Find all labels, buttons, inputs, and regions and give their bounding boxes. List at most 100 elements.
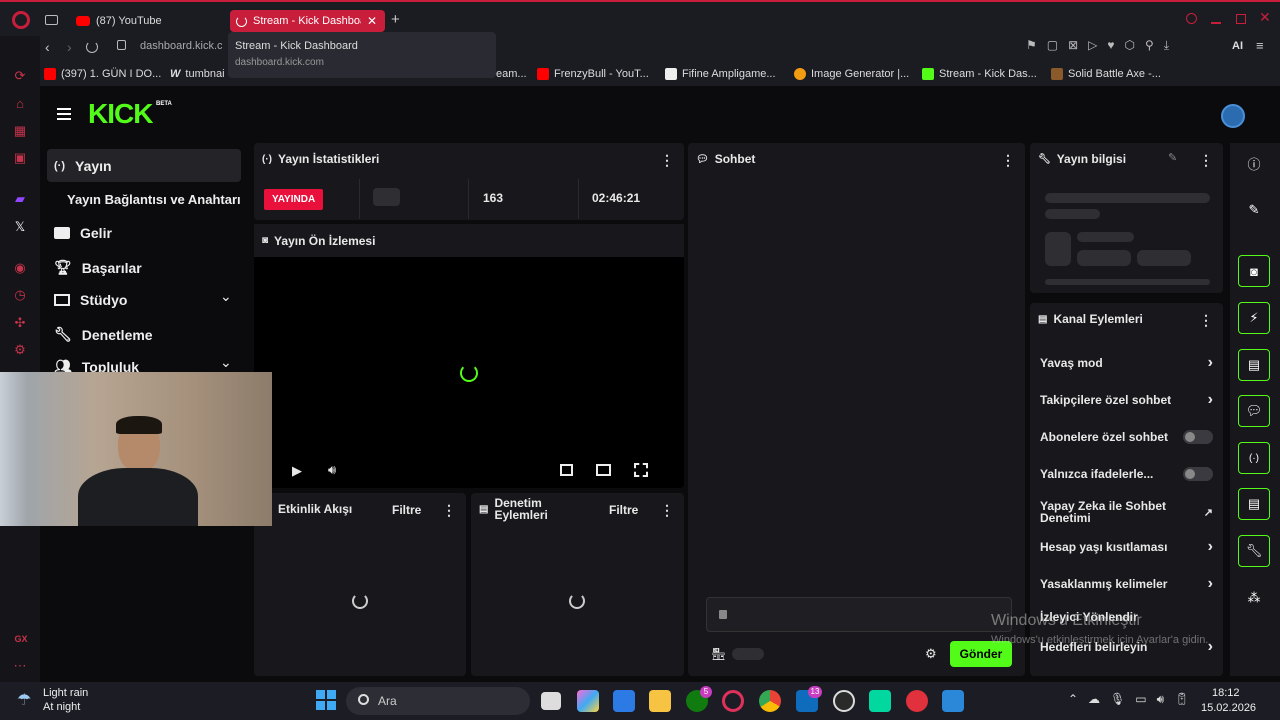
opera-logo-icon[interactable] bbox=[12, 11, 30, 29]
broadcast-icon[interactable]: (·) bbox=[1238, 442, 1270, 474]
bookmark-item[interactable]: eam... bbox=[496, 68, 527, 80]
chat-icon[interactable]: 💬︎ bbox=[1238, 395, 1270, 427]
file-explorer-icon[interactable] bbox=[649, 690, 671, 712]
new-tab-button[interactable]: + bbox=[391, 11, 400, 28]
kick-logo[interactable]: KICK bbox=[88, 98, 153, 130]
play-icon[interactable]: ▶ bbox=[292, 463, 302, 479]
more-options-icon[interactable]: ⋮ bbox=[1199, 312, 1213, 329]
player-icon[interactable]: ◉ bbox=[12, 260, 28, 276]
account-age-row[interactable]: Hesap yaşı kısıtlaması › bbox=[1040, 533, 1213, 561]
minimize-button[interactable] bbox=[1211, 22, 1221, 24]
nav-item-basarilar[interactable]: 🏆︎ Başarılar bbox=[54, 259, 142, 276]
x-icon[interactable]: 𝕏 bbox=[12, 219, 28, 235]
more-options-icon[interactable]: ⋮ bbox=[1199, 152, 1213, 169]
reload-loading-icon[interactable] bbox=[86, 41, 98, 53]
edit-icon[interactable]: ✎ bbox=[1168, 151, 1177, 164]
weather-title[interactable]: Light rain bbox=[43, 687, 88, 699]
wrench-icon[interactable]: 🔧︎ bbox=[1238, 535, 1270, 567]
obs-icon[interactable] bbox=[833, 690, 855, 712]
lightning-icon[interactable]: ⚡︎ bbox=[1238, 302, 1270, 334]
capcut-icon[interactable] bbox=[906, 690, 928, 712]
history-icon[interactable]: ⟳ bbox=[12, 68, 28, 84]
filter-button[interactable]: Filtre bbox=[609, 503, 638, 517]
weather-icon[interactable]: ☂ bbox=[17, 690, 31, 710]
ai-moderation-row[interactable]: Yapay Zeka ile Sohbet Denetimi ↗ bbox=[1040, 496, 1213, 528]
url-field[interactable]: dashboard.kick.c bbox=[140, 40, 223, 52]
chat-settings-icon[interactable]: ⚙ bbox=[925, 646, 937, 662]
more-options-icon[interactable]: ⋮ bbox=[660, 152, 674, 169]
filter-button[interactable]: Filtre bbox=[392, 503, 421, 517]
more-options-icon[interactable]: ⋮ bbox=[1001, 152, 1015, 169]
tab-kick-dashboard[interactable]: Stream - Kick Dashboard ✕ bbox=[230, 10, 385, 32]
subscribers-only-toggle[interactable] bbox=[1183, 430, 1213, 444]
emotes-only-row[interactable]: Yalnızca ifadelerle... bbox=[1040, 460, 1213, 488]
document-icon[interactable]: ▤ bbox=[1238, 349, 1270, 381]
bookmark-item[interactable]: Stream - Kick Das... bbox=[922, 68, 1037, 80]
bookmark-item[interactable]: Fifine Ampligame... bbox=[665, 68, 776, 80]
volume-icon[interactable]: 🔊︎ bbox=[328, 462, 336, 478]
task-view-icon[interactable] bbox=[541, 692, 561, 710]
banned-words-row[interactable]: Yasaklanmış kelimeler › bbox=[1040, 570, 1213, 598]
more-icon[interactable]: ⋯ bbox=[12, 658, 28, 674]
media-icon[interactable]: ▣ bbox=[12, 150, 28, 166]
nav-item-stream-key[interactable]: Yayın Bağlantısı ve Anahtarı bbox=[67, 192, 241, 207]
tab-youtube[interactable]: (87) YouTube bbox=[70, 10, 225, 32]
preview-icon[interactable]: ◙ bbox=[1238, 255, 1270, 287]
menu-icon[interactable]: ≡ bbox=[1256, 38, 1264, 53]
clock-date[interactable]: 15.02.2026 bbox=[1201, 702, 1256, 714]
ai-button[interactable]: AI bbox=[1232, 40, 1243, 52]
gx-label[interactable]: GX bbox=[13, 634, 29, 650]
channel-icon[interactable]: ▤ bbox=[1238, 488, 1270, 520]
news-icon[interactable]: ▦ bbox=[12, 123, 28, 139]
chat-input[interactable] bbox=[706, 597, 1012, 632]
fullscreen-icon[interactable] bbox=[634, 463, 648, 477]
close-tab-icon[interactable]: ✕ bbox=[367, 14, 377, 28]
info-icon[interactable]: ⓘ bbox=[1238, 147, 1270, 179]
bookmark-item[interactable]: Wtumbnai bbox=[170, 68, 225, 80]
more-options-icon[interactable]: ⋮ bbox=[660, 502, 674, 519]
back-button[interactable]: ‹ bbox=[45, 39, 50, 55]
tray-icons[interactable]: ⌃☁🎙︎▭🔊︎🔋︎ bbox=[1068, 692, 1199, 707]
slow-mode-row[interactable]: Yavaş mod › bbox=[1040, 349, 1213, 377]
close-window-button[interactable]: ✕ bbox=[1259, 9, 1271, 26]
user-avatar[interactable] bbox=[1221, 104, 1245, 128]
store-icon[interactable] bbox=[613, 690, 635, 712]
apps-icon[interactable]: ⁂ bbox=[1238, 582, 1270, 614]
extensions-icon[interactable]: ✣ bbox=[12, 315, 28, 331]
chrome-icon[interactable] bbox=[759, 690, 781, 712]
hamburger-menu-icon[interactable] bbox=[57, 108, 71, 120]
pip-icon[interactable] bbox=[560, 464, 573, 476]
nav-item-studyo[interactable]: Stüdyo bbox=[54, 292, 127, 308]
store-icon[interactable]: 🏪︎ bbox=[711, 647, 726, 661]
clock-icon[interactable]: ◷ bbox=[12, 287, 28, 303]
opera-gx-icon[interactable] bbox=[722, 690, 744, 712]
copilot-icon[interactable] bbox=[577, 690, 599, 712]
emotes-only-toggle[interactable] bbox=[1183, 467, 1213, 481]
more-options-icon[interactable]: ⋮ bbox=[442, 502, 456, 519]
settings-icon[interactable]: ⚙ bbox=[12, 342, 28, 358]
search-tabs-icon[interactable] bbox=[1186, 13, 1197, 24]
bookmark-item[interactable]: Image Generator |... bbox=[794, 68, 909, 80]
windows-start-icon[interactable] bbox=[316, 690, 336, 710]
tab-list-icon[interactable] bbox=[45, 15, 58, 25]
taskbar-search[interactable]: Ara bbox=[346, 687, 530, 715]
twitch-icon[interactable]: ▰ bbox=[12, 191, 28, 207]
subscribers-only-row[interactable]: Abonelere özel sohbet bbox=[1040, 423, 1213, 451]
bag-icon[interactable]: ⌂ bbox=[12, 96, 28, 112]
theater-mode-icon[interactable] bbox=[596, 464, 611, 476]
bookmark-item[interactable]: FrenzyBull - YouT... bbox=[537, 68, 649, 80]
edit-icon[interactable]: ✎ bbox=[1238, 194, 1270, 226]
forward-button[interactable]: › bbox=[67, 39, 72, 55]
clock-time[interactable]: 18:12 bbox=[1212, 687, 1240, 699]
maximize-button[interactable] bbox=[1236, 14, 1246, 24]
nav-item-gelir[interactable]: Gelir bbox=[54, 225, 112, 241]
chevron-down-icon[interactable]: ⌄ bbox=[220, 288, 232, 305]
chevron-down-icon[interactable]: ⌄ bbox=[220, 354, 232, 371]
followers-only-row[interactable]: Takipçilere özel sohbet › bbox=[1040, 386, 1213, 414]
nav-item-yayin[interactable]: (·) Yayın bbox=[54, 158, 112, 174]
bookmark-item[interactable]: Solid Battle Axe -... bbox=[1051, 68, 1161, 80]
app-icon[interactable] bbox=[869, 690, 891, 712]
nav-item-denetleme[interactable]: 🔧︎ Denetleme bbox=[54, 326, 153, 343]
bookmark-item[interactable]: (397) 1. GÜN I DO... bbox=[44, 68, 161, 80]
photos-icon[interactable] bbox=[942, 690, 964, 712]
